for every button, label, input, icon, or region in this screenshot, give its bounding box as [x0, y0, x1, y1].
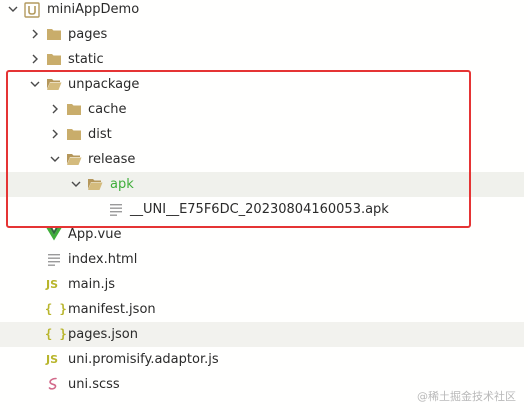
tree-item-label: uni.scss: [68, 377, 120, 392]
tree-item-label: main.js: [68, 277, 115, 292]
tree-item-label: apk: [110, 177, 134, 192]
tree-item-app-vue[interactable]: App.vue: [0, 222, 524, 247]
tree-item-label: pages: [68, 27, 108, 42]
tree-item-apk-folder[interactable]: apk: [0, 172, 524, 197]
chevron-down-icon[interactable]: [28, 72, 42, 97]
tree-item-static-folder[interactable]: static: [0, 47, 524, 72]
tree-item-release-folder[interactable]: release: [0, 147, 524, 172]
chevron-right-icon[interactable]: [28, 47, 42, 72]
chevron-right-icon[interactable]: [48, 122, 62, 147]
tree-item-label: unpackage: [68, 77, 140, 92]
sass-icon: [47, 372, 65, 397]
file-lines-icon: [47, 247, 65, 272]
folder-open-icon: [46, 72, 64, 97]
chevron-down-icon[interactable]: [6, 0, 20, 22]
chevron-down-icon[interactable]: [48, 147, 62, 172]
tree-item-apk-file[interactable]: __UNI__E75F6DC_20230804160053.apk: [0, 197, 524, 222]
tree-item-label: manifest.json: [68, 302, 156, 317]
folder-open-icon: [87, 172, 105, 197]
folder-open-icon: [66, 147, 84, 172]
js-icon: JS: [46, 353, 59, 366]
json-icon: { }: [45, 302, 67, 316]
project-file-tree: miniAppDemo pages static unpackage cache…: [0, 0, 528, 410]
tree-item-label: uni.promisify.adaptor.js: [68, 352, 219, 367]
file-lines-icon: [109, 197, 127, 222]
tree-item-dist-folder[interactable]: dist: [0, 122, 524, 147]
tree-item-label: miniAppDemo: [47, 2, 140, 17]
tree-item-label: __UNI__E75F6DC_20230804160053.apk: [130, 202, 389, 217]
tree-item-project-root[interactable]: miniAppDemo: [0, 0, 524, 22]
watermark: @稀土掘金技术社区: [417, 390, 516, 403]
folder-icon: [66, 97, 84, 122]
chevron-right-icon[interactable]: [48, 97, 62, 122]
folder-icon: [46, 47, 64, 72]
chevron-down-icon[interactable]: [69, 172, 83, 197]
tree-item-label: static: [68, 52, 104, 67]
tree-item-cache-folder[interactable]: cache: [0, 97, 524, 122]
json-icon: { }: [45, 327, 67, 341]
tree-item-label: release: [88, 152, 136, 167]
tree-item-label: index.html: [68, 252, 138, 267]
tree-item-main-js[interactable]: JS main.js: [0, 272, 524, 297]
folder-icon: [46, 22, 64, 47]
tree-item-manifest-json[interactable]: { } manifest.json: [0, 297, 524, 322]
chevron-right-icon[interactable]: [28, 22, 42, 47]
project-icon: [24, 0, 42, 22]
tree-item-unpackage-folder[interactable]: unpackage: [0, 72, 524, 97]
tree-item-index-html[interactable]: index.html: [0, 247, 524, 272]
tree-item-label: App.vue: [68, 227, 122, 242]
tree-item-uni-promisify-js[interactable]: JS uni.promisify.adaptor.js: [0, 347, 524, 372]
tree-item-pages-folder[interactable]: pages: [0, 22, 524, 47]
tree-item-label: pages.json: [68, 327, 138, 342]
vue-icon: [46, 222, 64, 247]
js-icon: JS: [46, 278, 59, 291]
tree-item-label: dist: [88, 127, 112, 142]
tree-item-pages-json[interactable]: { } pages.json: [0, 322, 524, 347]
folder-icon: [66, 122, 84, 147]
tree-item-label: cache: [88, 102, 127, 117]
